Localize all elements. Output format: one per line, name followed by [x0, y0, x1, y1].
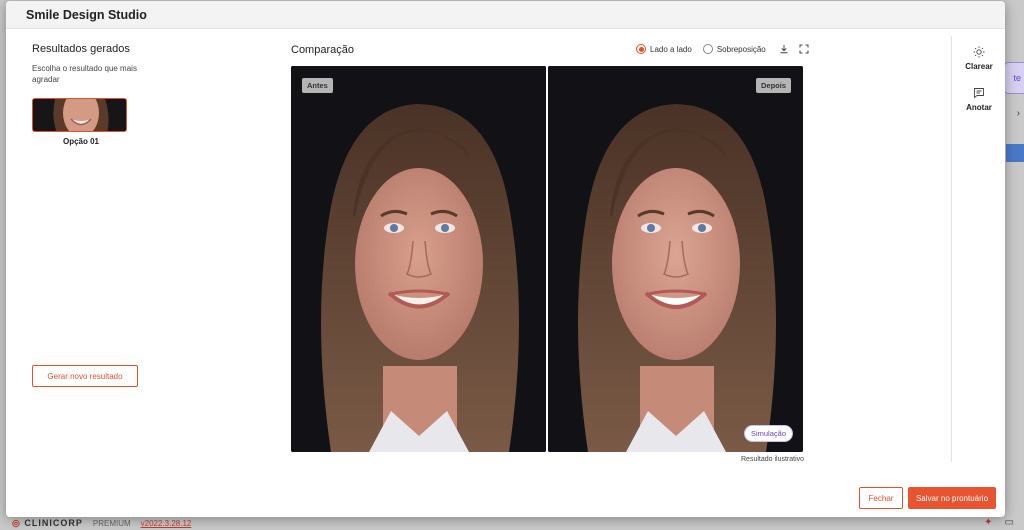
view-mode-group: Lado a lado Sobreposição — [636, 42, 811, 56]
download-icon[interactable] — [777, 42, 791, 56]
annotate-tool-label: Anotar — [966, 103, 992, 112]
plan-label: PREMIUM — [92, 518, 131, 528]
generate-new-result-button[interactable]: Gerar novo resultado — [32, 365, 138, 387]
version-label: v2022.3.28.12 — [140, 518, 192, 528]
face-before-image — [291, 66, 546, 452]
after-tag: Depois — [755, 78, 791, 93]
background-status-bar: ◎ CLINICORP PREMIUM v2022.3.28.12 ✦ ▭ — [0, 516, 1024, 530]
result-option-label: Opção 01 — [62, 137, 99, 146]
comment-icon — [974, 88, 984, 99]
sun-icon — [973, 46, 985, 58]
radio-checked[interactable] — [636, 44, 646, 54]
whiten-tool-label: Clarear — [965, 62, 993, 71]
annotate-tool[interactable]: Anotar — [952, 87, 1006, 112]
chat-icon: ▭ — [1004, 517, 1014, 528]
tools-column: Clarear Anotar — [951, 36, 1005, 462]
fullscreen-icon[interactable] — [797, 42, 811, 56]
before-photo: Antes — [291, 66, 546, 452]
view-side-by-side-label: Lado a lado — [650, 44, 692, 54]
clinicorp-logo: ◎ CLINICORP — [12, 517, 83, 528]
results-panel: Resultados gerados Escolha o resultado q… — [32, 43, 232, 146]
modal-title: Smile Design Studio — [26, 7, 147, 22]
face-after-image — [548, 66, 803, 452]
background-side-tab: te — [1004, 62, 1024, 94]
close-button[interactable]: Fechar — [859, 487, 903, 509]
results-hint: Escolha o resultado que mais agradar — [32, 64, 137, 84]
save-to-record-button[interactable]: Salvar no prontuário — [908, 487, 996, 509]
results-heading: Resultados gerados — [32, 43, 130, 55]
face-thumbnail-image — [33, 99, 126, 131]
view-overlay-radio[interactable]: Sobreposição — [702, 44, 766, 54]
tooth-icon: ✦ — [984, 517, 993, 528]
simulation-badge: Simulação — [744, 426, 792, 441]
after-photo: Depois Simulação — [548, 66, 803, 452]
radio-unchecked[interactable] — [702, 44, 713, 54]
view-side-by-side-radio[interactable]: Lado a lado — [636, 44, 692, 54]
whiten-tool[interactable]: Clarear — [952, 46, 1006, 71]
background-blue-tab — [1006, 144, 1024, 162]
modal-header: Smile Design Studio — [6, 1, 1005, 29]
chevron-right-icon: › — [1016, 108, 1020, 119]
comparison-title: Comparação — [291, 44, 354, 56]
view-overlay-label: Sobreposição — [716, 44, 766, 54]
smile-design-modal: Smile Design Studio Resultados gerados E… — [6, 1, 1005, 517]
illustrative-caption: Resultado ilustrativo — [741, 456, 805, 463]
result-option-thumbnail[interactable] — [32, 98, 127, 132]
before-tag: Antes — [302, 78, 333, 93]
